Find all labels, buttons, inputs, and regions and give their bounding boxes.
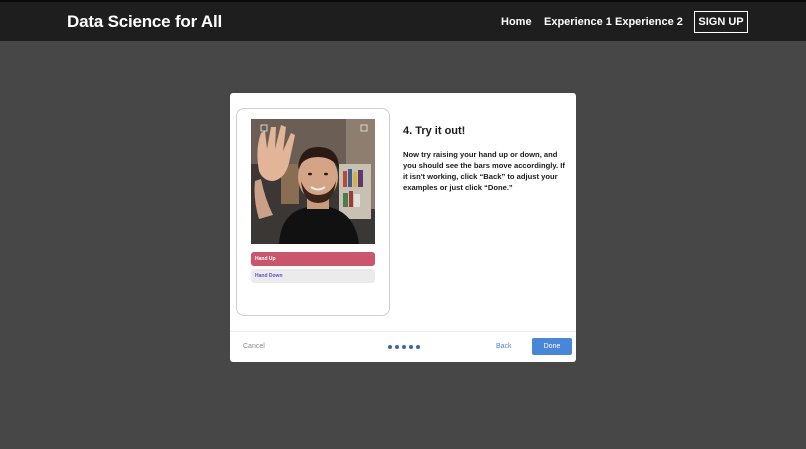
tutorial-modal: Hand Up Hand Down 4. Try it out! Now try… xyxy=(230,93,576,362)
step-title: 4. Try it out! xyxy=(403,125,466,137)
webcam-feed xyxy=(251,119,375,244)
step-dot[interactable] xyxy=(402,345,406,349)
footer-divider xyxy=(230,331,576,332)
step-dot[interactable] xyxy=(395,345,399,349)
nav-home[interactable]: Home xyxy=(501,16,532,28)
cancel-button[interactable]: Cancel xyxy=(243,343,265,350)
step-dot[interactable] xyxy=(388,345,392,349)
step-dot[interactable] xyxy=(416,345,420,349)
webcam-preview-card: Hand Up Hand Down xyxy=(236,108,390,316)
hand-down-bar: Hand Down xyxy=(251,269,375,283)
back-button[interactable]: Back xyxy=(496,343,512,350)
sign-up-button[interactable]: SIGN UP xyxy=(694,11,748,33)
nav-experience-2[interactable]: Experience 2 xyxy=(615,16,683,28)
site-brand[interactable]: Data Science for All xyxy=(67,12,222,32)
hand-up-bar: Hand Up xyxy=(251,252,375,266)
top-navbar: Data Science for All Home Experience 1 E… xyxy=(0,0,806,41)
step-instructions: Now try raising your hand up or down, an… xyxy=(403,150,565,192)
step-indicator xyxy=(388,345,420,349)
webcam-image xyxy=(251,119,375,244)
step-dot[interactable] xyxy=(409,345,413,349)
nav-experience-1[interactable]: Experience 1 xyxy=(544,16,612,28)
done-button[interactable]: Done xyxy=(532,338,572,355)
